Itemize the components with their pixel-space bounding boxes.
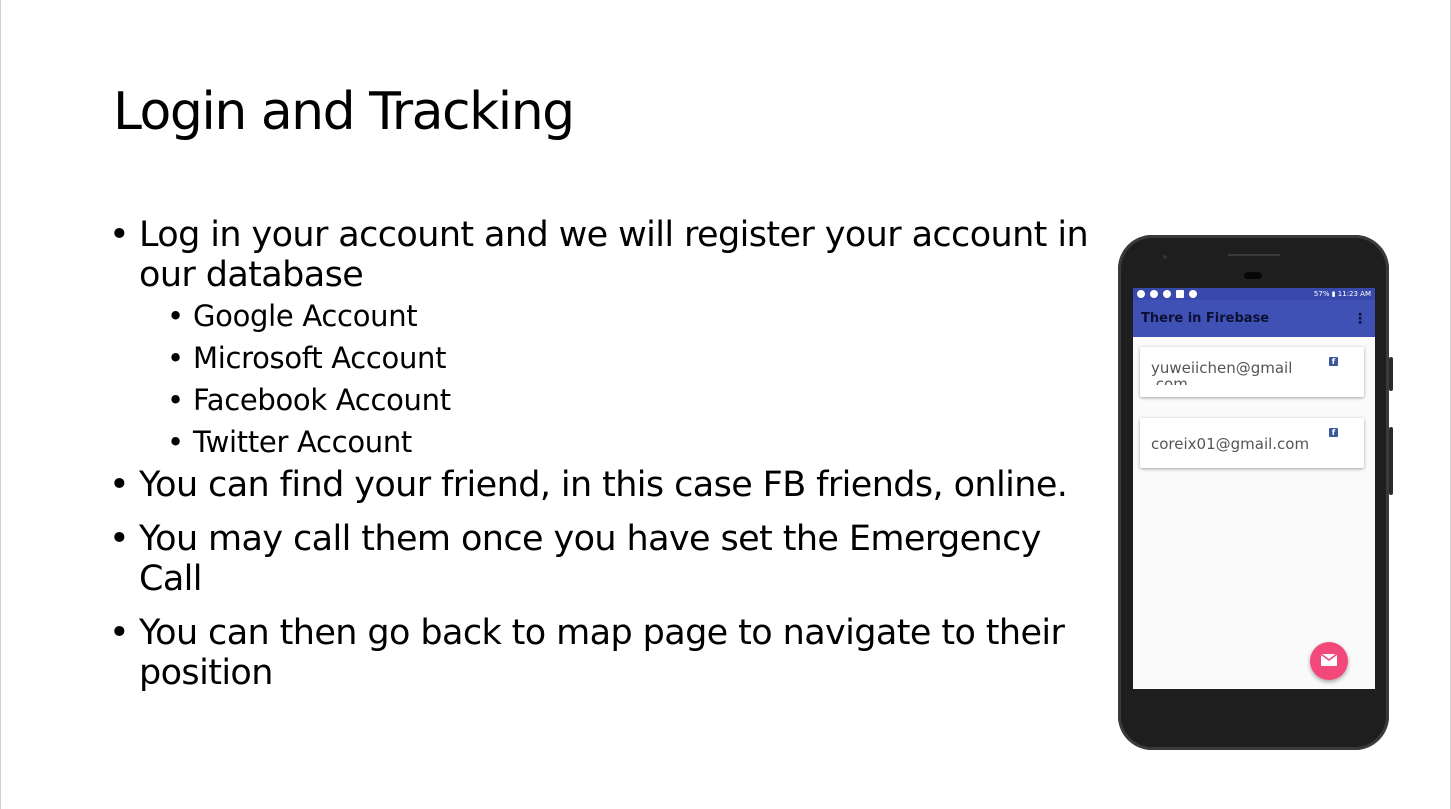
- image-icon: [1176, 290, 1184, 298]
- phone-side-button: [1389, 427, 1393, 495]
- slide-title: Login and Tracking: [113, 82, 575, 142]
- sub-bullet-item: • Twitter Account: [109, 421, 1094, 463]
- overflow-menu-icon[interactable]: ⋮: [1353, 311, 1367, 327]
- phone-screen: 57% ▮ 11:23 AM There in Firebase ⋮ yuwei…: [1133, 288, 1375, 689]
- sub-bullet-text: Google Account: [193, 299, 418, 333]
- friend-email: coreix01@gmail.com: [1151, 435, 1310, 453]
- bullet-marker: •: [109, 519, 130, 559]
- sub-bullet-text: Microsoft Account: [193, 341, 447, 375]
- bullet-marker: •: [109, 613, 130, 653]
- bullet-marker: •: [109, 215, 130, 255]
- sub-bullet-text: Facebook Account: [193, 383, 451, 417]
- bullet-text: Log in your account and we will register…: [139, 215, 1089, 295]
- friend-card[interactable]: yuweiichen@gmail .com f: [1140, 347, 1364, 397]
- sub-bullet-item: • Google Account: [109, 295, 1094, 337]
- notification-icons: [1137, 290, 1197, 298]
- bullet-marker: •: [167, 383, 184, 417]
- messenger-icon: [1137, 290, 1145, 298]
- slide: Login and Tracking • Log in your account…: [0, 0, 1451, 809]
- phone-earpiece: [1244, 272, 1262, 279]
- friend-email: yuweiichen@gmail: [1151, 359, 1293, 377]
- friend-email-overflow: .com: [1151, 377, 1188, 385]
- facebook-icon: f: [1329, 428, 1338, 437]
- chat-icon: [1163, 290, 1171, 298]
- phone-mockup: 57% ▮ 11:23 AM There in Firebase ⋮ yuwei…: [1118, 235, 1393, 750]
- bullet-text: You may call them once you have set the …: [139, 519, 1041, 599]
- status-right: 57% ▮ 11:23 AM: [1313, 290, 1371, 298]
- bullet-item: • Log in your account and we will regist…: [109, 215, 1094, 295]
- messenger-icon: [1150, 290, 1158, 298]
- bullet-marker: •: [167, 299, 184, 333]
- bullet-item: • You can find your friend, in this case…: [109, 465, 1094, 505]
- circle-icon: [1189, 290, 1197, 298]
- bullet-marker: •: [109, 465, 130, 505]
- bullet-text: You can find your friend, in this case F…: [139, 465, 1068, 505]
- bullet-item: • You can then go back to map page to na…: [109, 613, 1094, 693]
- bullet-list: • Log in your account and we will regist…: [109, 215, 1094, 693]
- sub-bullet-text: Twitter Account: [193, 425, 413, 459]
- app-bar: There in Firebase ⋮: [1133, 300, 1375, 337]
- phone-side-button: [1389, 357, 1393, 391]
- app-title: There in Firebase: [1141, 311, 1270, 326]
- status-bar: 57% ▮ 11:23 AM: [1133, 288, 1375, 300]
- bullet-item: • You may call them once you have set th…: [109, 519, 1094, 599]
- bullet-text: You can then go back to map page to navi…: [139, 613, 1065, 693]
- camera-icon: [1163, 255, 1167, 259]
- mail-icon: [1321, 654, 1337, 666]
- friend-card[interactable]: coreix01@gmail.com f: [1140, 418, 1364, 468]
- sub-bullet-item: • Microsoft Account: [109, 337, 1094, 379]
- facebook-icon: f: [1329, 357, 1338, 366]
- phone-speaker-grille: [1228, 254, 1280, 256]
- bullet-marker: •: [167, 341, 184, 375]
- bullet-marker: •: [167, 425, 184, 459]
- mail-fab-button[interactable]: [1310, 642, 1348, 680]
- sub-bullet-item: • Facebook Account: [109, 379, 1094, 421]
